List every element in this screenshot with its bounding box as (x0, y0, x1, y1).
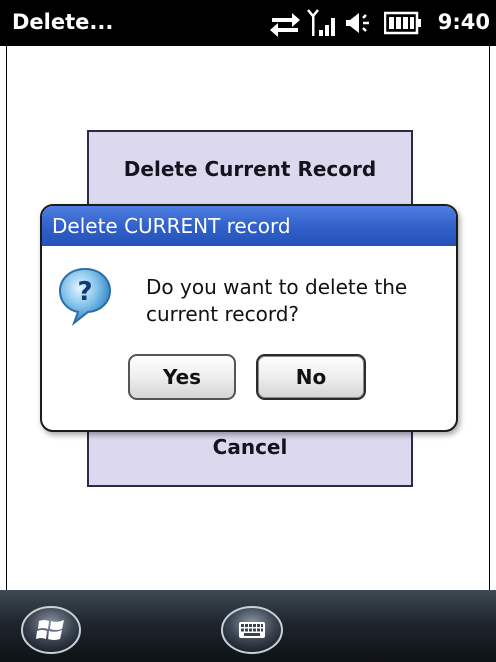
dialog-message: Do you want to delete the current record… (146, 275, 408, 326)
question-icon: ? (58, 266, 112, 326)
keyboard-icon[interactable] (220, 605, 284, 655)
yes-button[interactable]: Yes (128, 354, 236, 400)
volume-icon[interactable] (344, 8, 378, 42)
status-bar: Delete... 9:40 (0, 0, 496, 46)
dialog-titlebar: Delete CURRENT record (42, 206, 456, 246)
delete-current-record-option[interactable]: Delete Current Record (89, 154, 411, 184)
clock[interactable]: 9:40 (438, 9, 490, 35)
taskbar (0, 590, 496, 662)
battery-icon[interactable] (383, 10, 422, 40)
dialog-title: Delete CURRENT record (52, 214, 291, 238)
no-button[interactable]: No (256, 354, 366, 400)
signal-icon[interactable] (306, 8, 340, 42)
svg-text:?: ? (77, 277, 92, 307)
window-title: Delete... (12, 10, 114, 34)
confirm-dialog: Delete CURRENT record ? Do you want to d… (40, 204, 458, 432)
windows-start-icon[interactable] (20, 605, 82, 655)
connectivity-icon[interactable] (268, 8, 302, 42)
cancel-option[interactable]: Cancel (89, 432, 411, 462)
